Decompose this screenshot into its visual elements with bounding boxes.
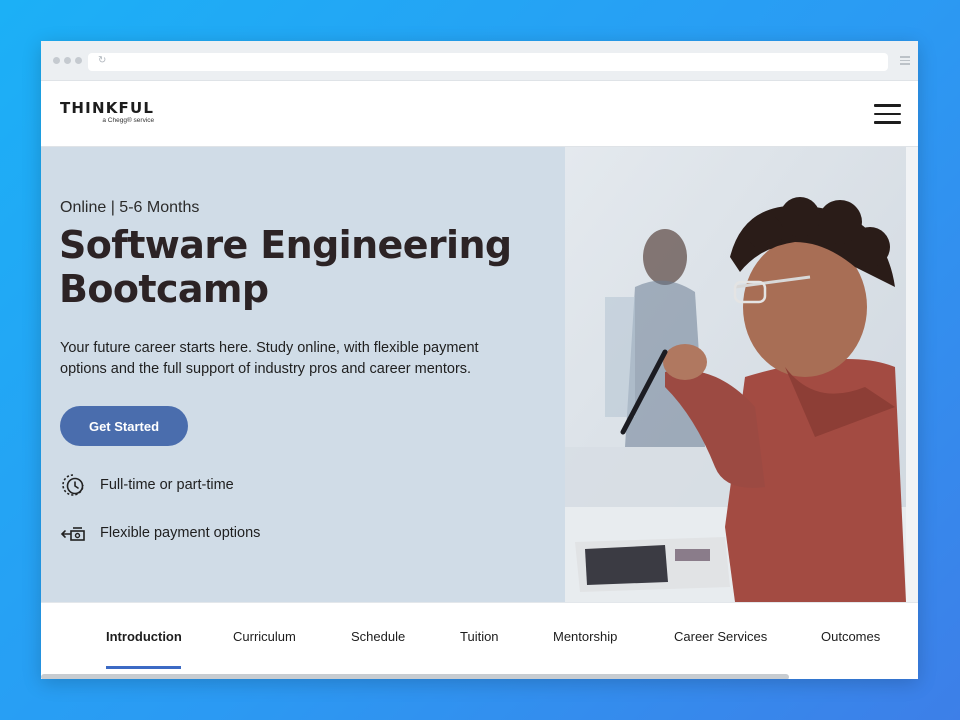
tab-introduction[interactable]: Introduction <box>106 629 182 644</box>
logo-wordmark: THINKFUL <box>60 99 155 117</box>
window-dot-close[interactable] <box>53 57 60 64</box>
site-header: THINKFUL a Chegg® service <box>41 81 918 147</box>
active-tab-indicator <box>106 666 181 669</box>
feature-schedule-label: Full-time or part-time <box>100 477 234 493</box>
horizontal-scrollbar[interactable] <box>41 674 789 679</box>
logo-tagline: a Chegg® service <box>102 117 155 124</box>
tab-tuition[interactable]: Tuition <box>460 629 499 644</box>
feature-payment-label: Flexible payment options <box>100 525 261 541</box>
hero-student-photo <box>565 147 906 602</box>
payment-icon <box>60 527 85 541</box>
browser-chrome: ↻ <box>41 41 918 81</box>
window-controls[interactable] <box>53 57 82 64</box>
feature-payment: Flexible payment options <box>60 520 260 546</box>
thinkful-logo[interactable]: THINKFUL a Chegg® service <box>60 100 154 124</box>
window-dot-maximize[interactable] <box>75 57 82 64</box>
hero-description: Your future career starts here. Study on… <box>60 340 479 377</box>
browser-window: ↻ THINKFUL a Chegg® service Online | 5-6… <box>41 41 918 679</box>
hero-section: Online | 5-6 Months Software Engineering… <box>41 147 918 602</box>
vertical-scrollbar[interactable] <box>906 147 918 602</box>
hamburger-icon[interactable] <box>874 104 901 124</box>
tab-schedule[interactable]: Schedule <box>351 629 405 644</box>
feature-schedule: Full-time or part-time <box>60 472 234 498</box>
browser-menu-icon[interactable] <box>900 56 910 67</box>
page-title: Software Engineering Bootcamp <box>59 223 512 311</box>
tab-outcomes[interactable]: Outcomes <box>821 629 880 644</box>
reload-icon[interactable]: ↻ <box>98 55 106 66</box>
get-started-button[interactable]: Get Started <box>60 406 188 446</box>
program-format: Online | 5-6 Months <box>60 199 200 216</box>
address-bar[interactable]: ↻ <box>88 53 888 71</box>
clock-icon <box>62 474 84 496</box>
tab-career-services[interactable]: Career Services <box>674 629 767 644</box>
tab-mentorship[interactable]: Mentorship <box>553 629 617 644</box>
section-tabs: Introduction Curriculum Schedule Tuition… <box>41 602 918 679</box>
window-dot-minimize[interactable] <box>64 57 71 64</box>
tab-curriculum[interactable]: Curriculum <box>233 629 296 644</box>
